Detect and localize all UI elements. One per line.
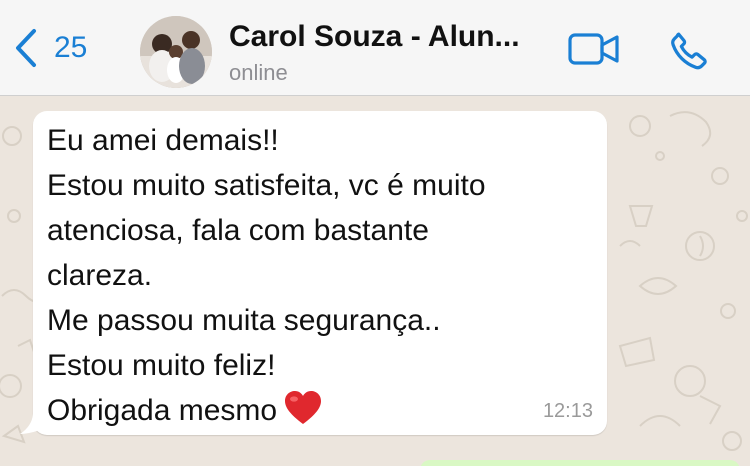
message-line: Eu amei demais!! [47,124,279,157]
video-camera-icon [568,33,619,65]
voice-call-button[interactable] [666,28,712,79]
message-line: atenciosa, fala com bastante [47,214,429,247]
contact-avatar[interactable] [140,16,212,88]
message-line: clareza. [47,259,153,292]
message-line: Estou muito feliz! [47,349,276,382]
incoming-message-bubble[interactable]: Eu amei demais!! Estou muito satisfeita,… [33,111,607,435]
message-line-text: Obrigada mesmo [47,394,278,427]
phone-icon [671,32,707,70]
unread-count: 25 [54,31,88,64]
chevron-left-icon [16,29,36,67]
bubble-tail [20,414,40,434]
contact-status: online [229,60,288,85]
red-heart-icon [283,390,323,439]
message-line: Me passou muita segurança.. [47,304,441,337]
message-line: Estou muito satisfeita, vc é muito [47,169,486,202]
back-button[interactable]: 25 [14,28,87,68]
outgoing-message-bubble-partial [420,460,740,466]
avatar-photo [140,16,212,88]
chat-header: 25 Carol Souza - Alun... online [0,0,750,96]
video-call-button[interactable] [568,33,620,70]
message-text: Eu amei demais!! Estou muito satisfeita,… [47,118,486,439]
message-line-last: Obrigada mesmo [47,388,486,439]
chat-area[interactable]: Eu amei demais!! Estou muito satisfeita,… [0,96,750,466]
message-timestamp: 12:13 [542,400,593,422]
contact-name[interactable]: Carol Souza - Alun... [229,20,520,54]
